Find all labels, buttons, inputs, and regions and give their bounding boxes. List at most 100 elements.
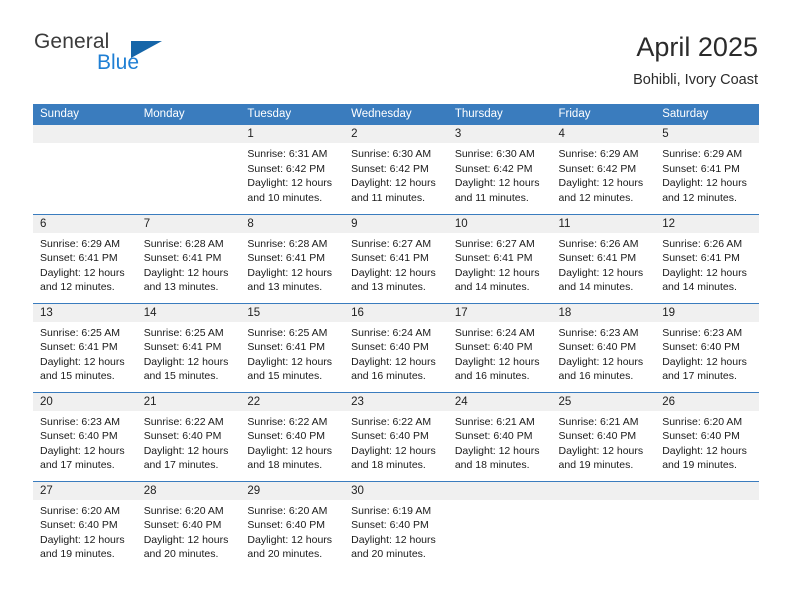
day-cell-inner: 21 Sunrise: 6:22 AM Sunset: 6:40 PM Dayligh… xyxy=(136,392,241,481)
sunrise-text: Sunrise: 6:24 AM xyxy=(454,326,535,339)
calendar-day-cell[interactable]: 16 Sunrise: 6:24 AM Sunset: 6:40 PM Dayligh… xyxy=(344,302,448,392)
day-sun-info: Sunrise: 6:19 AM Sunset: 6:40 PM Daylight:… xyxy=(344,500,448,562)
sunrise-text: Sunrise: 6:25 AM xyxy=(143,326,224,339)
title-block: April 2025 Bohibli, Ivory Coast xyxy=(633,30,758,90)
calendar-day-cell[interactable]: 11 Sunrise: 6:26 AM Sunset: 6:41 PM Dayligh… xyxy=(551,213,656,303)
sunset-text: Sunset: 6:41 PM xyxy=(247,341,326,354)
sunset-text: Sunset: 6:42 PM xyxy=(351,162,429,175)
sunset-text: Sunset: 6:41 PM xyxy=(40,252,118,265)
day-number xyxy=(447,481,552,500)
calendar-day-cell[interactable]: 4 Sunrise: 6:29 AM Sunset: 6:42 PM Daylight… xyxy=(551,125,656,214)
sunset-text: Sunset: 6:41 PM xyxy=(143,341,222,354)
daylight-text: Daylight: 12 hours and 14 minutes. xyxy=(454,266,540,294)
sunrise-text: Sunrise: 6:29 AM xyxy=(558,148,639,160)
day-sun-info: Sunrise: 6:27 AM Sunset: 6:41 PM Daylight:… xyxy=(344,233,448,295)
calendar-day-cell[interactable]: 27 Sunrise: 6:20 AM Sunset: 6:40 PM Dayligh… xyxy=(33,480,137,570)
day-sun-info: Sunrise: 6:20 AM Sunset: 6:40 PM Daylight:… xyxy=(655,411,759,473)
calendar-day-cell[interactable]: 8 Sunrise: 6:28 AM Sunset: 6:41 PM Daylight… xyxy=(240,213,345,303)
calendar-day-cell[interactable]: 1 Sunrise: 6:31 AM Sunset: 6:42 PM Daylight… xyxy=(240,125,345,214)
brand-logo[interactable]: General Blue xyxy=(34,30,234,86)
calendar-day-cell[interactable]: 14 Sunrise: 6:25 AM Sunset: 6:41 PM Dayligh… xyxy=(136,302,241,392)
sunrise-text: Sunrise: 6:20 AM xyxy=(247,504,328,517)
weekday-header-row: Sunday Monday Tuesday Wednesday Thursday… xyxy=(33,104,759,125)
calendar-day-cell[interactable]: 30 Sunrise: 6:19 AM Sunset: 6:40 PM Dayligh… xyxy=(344,480,448,570)
day-cell-inner: 16 Sunrise: 6:24 AM Sunset: 6:40 PM Dayligh… xyxy=(344,303,448,392)
calendar-day-cell[interactable]: 19 Sunrise: 6:23 AM Sunset: 6:40 PM Dayligh… xyxy=(655,302,759,392)
sunset-text: Sunset: 6:42 PM xyxy=(454,162,533,175)
daylight-text: Daylight: 12 hours and 19 minutes. xyxy=(558,444,644,472)
day-sun-info: Sunrise: 6:26 AM Sunset: 6:41 PM Daylight:… xyxy=(552,233,656,295)
sunset-text: Sunset: 6:40 PM xyxy=(558,430,637,443)
day-cell-inner: 10 Sunrise: 6:27 AM Sunset: 6:41 PM Dayligh… xyxy=(447,214,552,303)
sunset-text: Sunset: 6:41 PM xyxy=(558,252,637,265)
sunset-text: Sunset: 6:41 PM xyxy=(247,252,326,265)
sunrise-text: Sunrise: 6:29 AM xyxy=(40,237,120,250)
day-cell-inner: 1 Sunrise: 6:31 AM Sunset: 6:42 PM Daylight… xyxy=(240,125,345,214)
calendar-day-cell[interactable]: 28 Sunrise: 6:20 AM Sunset: 6:40 PM Dayligh… xyxy=(136,480,241,570)
calendar-day-cell[interactable]: 9 Sunrise: 6:27 AM Sunset: 6:41 PM Daylight… xyxy=(344,213,448,303)
day-number: 20 xyxy=(33,392,137,411)
daylight-text: Daylight: 12 hours and 13 minutes. xyxy=(247,266,333,294)
calendar-day-cell[interactable]: 17 Sunrise: 6:24 AM Sunset: 6:40 PM Dayligh… xyxy=(447,302,552,392)
day-sun-info: Sunrise: 6:20 AM Sunset: 6:40 PM Daylight:… xyxy=(33,500,137,562)
daylight-text: Daylight: 12 hours and 16 minutes. xyxy=(351,355,436,383)
daylight-text: Daylight: 12 hours and 15 minutes. xyxy=(247,355,333,383)
sunrise-text: Sunrise: 6:27 AM xyxy=(351,237,432,250)
calendar-day-cell[interactable]: 7 Sunrise: 6:28 AM Sunset: 6:41 PM Daylight… xyxy=(136,213,241,303)
sunrise-text: Sunrise: 6:22 AM xyxy=(143,415,224,428)
calendar-day-cell[interactable]: 15 Sunrise: 6:25 AM Sunset: 6:41 PM Dayligh… xyxy=(240,302,345,392)
day-sun-info: Sunrise: 6:25 AM Sunset: 6:41 PM Daylight:… xyxy=(33,322,137,384)
calendar-day-cell[interactable]: 21 Sunrise: 6:22 AM Sunset: 6:40 PM Dayligh… xyxy=(136,391,241,481)
calendar-day-cell[interactable]: 5 Sunrise: 6:29 AM Sunset: 6:41 PM Daylight… xyxy=(655,125,759,214)
weekday-header-saturday: Saturday xyxy=(655,104,759,125)
calendar-day-cell[interactable]: 29 Sunrise: 6:20 AM Sunset: 6:40 PM Dayligh… xyxy=(240,480,345,570)
sunrise-text: Sunrise: 6:19 AM xyxy=(351,504,432,517)
calendar-day-cell[interactable]: 24 Sunrise: 6:21 AM Sunset: 6:40 PM Dayligh… xyxy=(447,391,552,481)
sunset-text: Sunset: 6:41 PM xyxy=(662,252,740,265)
calendar-day-cell[interactable]: 26 Sunrise: 6:20 AM Sunset: 6:40 PM Dayligh… xyxy=(655,391,759,481)
weekday-header-monday: Monday xyxy=(136,104,241,125)
day-number xyxy=(551,481,656,500)
sunset-text: Sunset: 6:42 PM xyxy=(558,162,637,175)
sunset-text: Sunset: 6:41 PM xyxy=(454,252,533,265)
day-number: 23 xyxy=(344,392,448,411)
calendar-day-cell[interactable]: 25 Sunrise: 6:21 AM Sunset: 6:40 PM Dayligh… xyxy=(551,391,656,481)
day-number: 21 xyxy=(136,392,241,411)
calendar-day-cell[interactable]: 13 Sunrise: 6:25 AM Sunset: 6:41 PM Dayligh… xyxy=(33,302,137,392)
calendar-day-cell[interactable]: 2 Sunrise: 6:30 AM Sunset: 6:42 PM Daylight… xyxy=(344,125,448,214)
sunrise-text: Sunrise: 6:26 AM xyxy=(662,237,743,250)
day-sun-info: Sunrise: 6:26 AM Sunset: 6:41 PM Daylight:… xyxy=(655,233,759,295)
sunset-text: Sunset: 6:40 PM xyxy=(662,430,740,443)
day-sun-info: Sunrise: 6:21 AM Sunset: 6:40 PM Daylight:… xyxy=(448,411,552,473)
sunset-text: Sunset: 6:41 PM xyxy=(40,341,118,354)
calendar-day-cell[interactable]: 3 Sunrise: 6:30 AM Sunset: 6:42 PM Daylight… xyxy=(447,125,552,214)
sunset-text: Sunset: 6:40 PM xyxy=(351,341,429,354)
daylight-text: Daylight: 12 hours and 12 minutes. xyxy=(40,266,125,294)
day-cell-inner: 4 Sunrise: 6:29 AM Sunset: 6:42 PM Daylight… xyxy=(551,125,656,214)
day-cell-inner: 22 Sunrise: 6:22 AM Sunset: 6:40 PM Dayligh… xyxy=(240,392,345,481)
sunset-text: Sunset: 6:40 PM xyxy=(662,341,740,354)
sunset-text: Sunset: 6:41 PM xyxy=(143,252,222,265)
weekday-header-sunday: Sunday xyxy=(33,104,137,125)
day-cell-inner: 6 Sunrise: 6:29 AM Sunset: 6:41 PM Daylight… xyxy=(33,214,137,303)
sunrise-text: Sunrise: 6:21 AM xyxy=(558,415,639,428)
day-sun-info: Sunrise: 6:22 AM Sunset: 6:40 PM Daylight:… xyxy=(344,411,448,473)
calendar-week-row: 1 Sunrise: 6:31 AM Sunset: 6:42 PM Daylight… xyxy=(33,125,759,214)
calendar-day-cell[interactable]: 22 Sunrise: 6:22 AM Sunset: 6:40 PM Dayligh… xyxy=(240,391,345,481)
day-number xyxy=(33,125,137,143)
calendar-day-cell[interactable]: 23 Sunrise: 6:22 AM Sunset: 6:40 PM Dayligh… xyxy=(344,391,448,481)
calendar-week-row: 13 Sunrise: 6:25 AM Sunset: 6:41 PM Dayligh… xyxy=(33,302,759,392)
calendar-day-cell[interactable]: 10 Sunrise: 6:27 AM Sunset: 6:41 PM Dayligh… xyxy=(447,213,552,303)
day-number xyxy=(655,481,759,500)
day-sun-info: Sunrise: 6:29 AM Sunset: 6:41 PM Daylight:… xyxy=(33,233,137,295)
sunrise-text: Sunrise: 6:31 AM xyxy=(247,148,328,160)
day-sun-info: Sunrise: 6:24 AM Sunset: 6:40 PM Daylight:… xyxy=(448,322,552,384)
calendar-day-cell[interactable]: 12 Sunrise: 6:26 AM Sunset: 6:41 PM Dayligh… xyxy=(655,213,759,303)
calendar-day-cell[interactable]: 20 Sunrise: 6:23 AM Sunset: 6:40 PM Dayligh… xyxy=(33,391,137,481)
day-number: 13 xyxy=(33,303,137,322)
day-cell-inner: 5 Sunrise: 6:29 AM Sunset: 6:41 PM Daylight… xyxy=(655,125,759,214)
calendar-day-cell[interactable]: 6 Sunrise: 6:29 AM Sunset: 6:41 PM Daylight… xyxy=(33,213,137,303)
sunset-text: Sunset: 6:40 PM xyxy=(454,430,533,443)
calendar-day-cell[interactable]: 18 Sunrise: 6:23 AM Sunset: 6:40 PM Dayligh… xyxy=(551,302,656,392)
day-sun-info: Sunrise: 6:31 AM Sunset: 6:42 PM Daylight:… xyxy=(240,143,344,205)
